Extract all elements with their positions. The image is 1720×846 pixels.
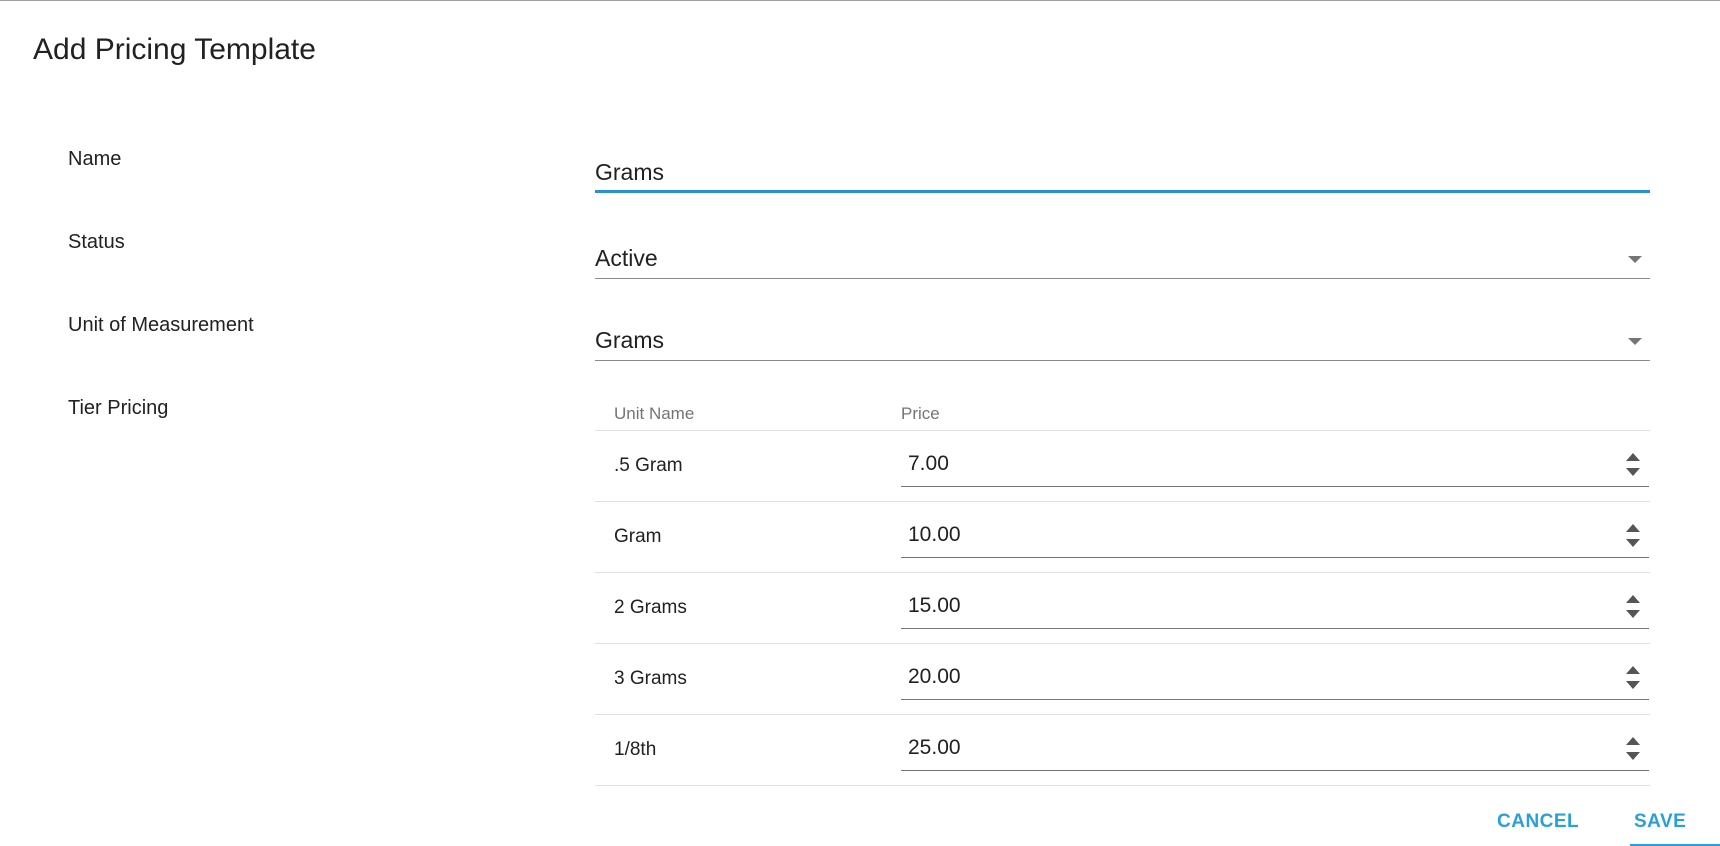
price-value: 7.00 — [908, 452, 949, 475]
status-label: Status — [68, 231, 125, 253]
unit-name-cell: .5 Gram — [614, 455, 683, 476]
spinner-icon[interactable] — [1625, 522, 1641, 550]
unit-name-cell: 1/8th — [614, 739, 657, 760]
unit-name-cell: 3 Grams — [614, 668, 687, 689]
increment-arrow-icon[interactable] — [1626, 453, 1640, 461]
spinner-icon[interactable] — [1625, 735, 1641, 763]
decrement-arrow-icon[interactable] — [1626, 468, 1640, 476]
table-row: Gram 10.00 — [595, 502, 1650, 573]
chevron-down-icon[interactable] — [1628, 338, 1642, 345]
decrement-arrow-icon[interactable] — [1626, 681, 1640, 689]
price-input[interactable]: 10.00 — [901, 516, 1649, 558]
tier-table-header: Unit Name Price — [595, 396, 1650, 431]
status-select-value: Active — [595, 245, 658, 271]
price-input[interactable]: 25.00 — [901, 729, 1649, 771]
unit-name-cell: Gram — [614, 526, 662, 547]
add-pricing-template-dialog: Add Pricing Template Name Status Active … — [0, 0, 1720, 846]
price-input[interactable]: 7.00 — [901, 445, 1649, 487]
name-field[interactable] — [595, 153, 1650, 193]
table-row: .5 Gram 7.00 — [595, 431, 1650, 502]
unit-of-measurement-label: Unit of Measurement — [68, 314, 254, 336]
table-row: 2 Grams 15.00 — [595, 573, 1650, 644]
table-row: 3 Grams 20.00 — [595, 644, 1650, 715]
chevron-down-icon[interactable] — [1628, 256, 1642, 263]
status-select[interactable]: Active — [595, 239, 1650, 279]
decrement-arrow-icon[interactable] — [1626, 610, 1640, 618]
increment-arrow-icon[interactable] — [1626, 737, 1640, 745]
tier-pricing-label: Tier Pricing — [68, 397, 169, 419]
price-value: 15.00 — [908, 594, 961, 617]
spinner-icon[interactable] — [1625, 664, 1641, 692]
price-input[interactable]: 20.00 — [901, 658, 1649, 700]
spinner-icon[interactable] — [1625, 593, 1641, 621]
unit-of-measurement-select[interactable]: Grams — [595, 321, 1650, 361]
table-row: 1/8th 25.00 — [595, 715, 1650, 786]
decrement-arrow-icon[interactable] — [1626, 539, 1640, 547]
name-label: Name — [68, 148, 122, 170]
increment-arrow-icon[interactable] — [1626, 666, 1640, 674]
tier-pricing-table: Unit Name Price .5 Gram 7.00 Gram 10.00 — [595, 396, 1650, 786]
column-header-unit-name: Unit Name — [614, 404, 695, 423]
unit-of-measurement-select-value: Grams — [595, 327, 664, 353]
column-header-price: Price — [901, 404, 940, 423]
spinner-icon[interactable] — [1625, 451, 1641, 479]
price-value: 10.00 — [908, 523, 961, 546]
price-value: 20.00 — [908, 665, 961, 688]
increment-arrow-icon[interactable] — [1626, 524, 1640, 532]
save-button[interactable]: SAVE — [1634, 811, 1686, 833]
name-input[interactable] — [595, 153, 1650, 191]
price-value: 25.00 — [908, 736, 961, 759]
decrement-arrow-icon[interactable] — [1626, 752, 1640, 760]
dialog-title: Add Pricing Template — [33, 33, 316, 66]
cancel-button[interactable]: CANCEL — [1497, 811, 1579, 833]
increment-arrow-icon[interactable] — [1626, 595, 1640, 603]
unit-name-cell: 2 Grams — [614, 597, 687, 618]
price-input[interactable]: 15.00 — [901, 587, 1649, 629]
